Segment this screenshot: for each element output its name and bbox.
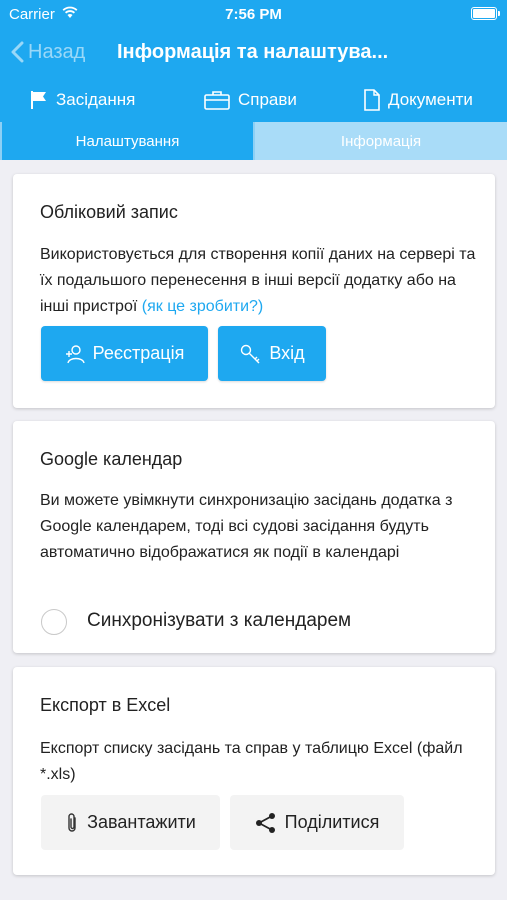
- account-title: Обліковий запис: [40, 202, 178, 222]
- share-icon: [255, 812, 275, 833]
- battery-icon: [471, 7, 500, 20]
- calendar-title: Google календар: [40, 449, 183, 469]
- chevron-left-icon: [11, 41, 24, 63]
- tab-cases-label: Справи: [238, 90, 297, 109]
- download-label: Завантажити: [87, 812, 196, 832]
- login-label: Вхід: [269, 343, 305, 363]
- tab-sessions-label: Засідання: [56, 90, 136, 109]
- segment-settings[interactable]: Налаштування: [2, 122, 253, 160]
- account-description: Використовується для створення копії дан…: [40, 242, 480, 320]
- register-label: Реєстрація: [92, 343, 185, 363]
- tab-documents-label: Документи: [388, 90, 473, 109]
- user-add-icon: [65, 344, 85, 363]
- nav-bar: Назад Інформація та налаштува...: [0, 32, 507, 72]
- account-card: Обліковий запис Використовується для ств…: [13, 174, 495, 408]
- paperclip-icon: [68, 812, 76, 832]
- calendar-sync-label[interactable]: Синхронізувати з календарем: [87, 610, 351, 632]
- calendar-sync-radio[interactable]: [41, 609, 67, 635]
- how-to-link[interactable]: (як це зробити?): [142, 298, 264, 315]
- tab-sessions[interactable]: Засідання: [30, 84, 135, 116]
- share-button[interactable]: Поділитися: [230, 795, 404, 850]
- excel-export-card: Експорт в Excel Експорт списку засідань …: [13, 667, 495, 875]
- download-button[interactable]: Завантажити: [41, 795, 220, 850]
- segmented-control: Налаштування Інформація: [0, 122, 507, 160]
- document-icon: [364, 89, 380, 111]
- share-label: Поділитися: [284, 812, 380, 832]
- export-title: Експорт в Excel: [40, 695, 171, 715]
- status-bar: Carrier 7:56 PM: [0, 0, 507, 28]
- register-button[interactable]: Реєстрація: [41, 326, 208, 381]
- back-button[interactable]: Назад: [10, 38, 85, 66]
- page-title: Інформація та налаштува...: [117, 41, 389, 63]
- status-time: 7:56 PM: [225, 6, 282, 23]
- segment-info[interactable]: Інформація: [255, 122, 507, 160]
- back-label: Назад: [28, 40, 86, 63]
- tab-cases[interactable]: Справи: [204, 84, 297, 116]
- key-icon: [241, 344, 260, 363]
- tab-documents[interactable]: Документи: [363, 84, 473, 116]
- login-button[interactable]: Вхід: [218, 326, 326, 381]
- google-calendar-card: Google календар Ви можете увімкнути синх…: [13, 421, 495, 653]
- briefcase-icon: [204, 91, 230, 110]
- flag-icon: [31, 91, 46, 109]
- calendar-description: Ви можете увімкнути синхронизацію засіда…: [40, 492, 453, 561]
- export-description: Експорт списку засідань та справ у табли…: [40, 740, 463, 783]
- header: Carrier 7:56 PM Назад Інформація та нала…: [0, 0, 507, 122]
- top-tab-bar: Засідання Справи Документи: [0, 84, 507, 116]
